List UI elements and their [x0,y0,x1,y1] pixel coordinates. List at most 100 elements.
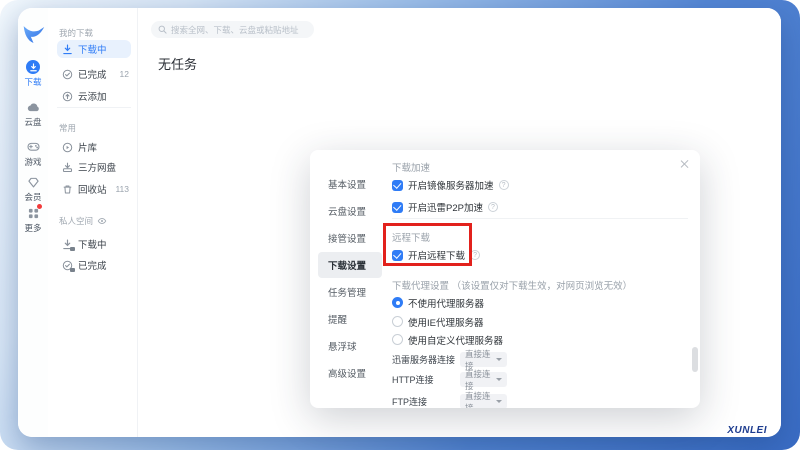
checkbox-label: 开启镜像服务器加速 [408,178,494,192]
settings-nav-takeover[interactable]: 接管设置 [318,225,382,251]
checkbox-label: 开启迅雷P2P加速 [408,200,483,214]
download-lock-icon [62,239,73,250]
empty-state-title: 无任务 [158,54,197,73]
section-label-my-downloads: 我的下载 [59,27,93,39]
sidebar-item-downloading[interactable]: 下载中 [57,40,131,58]
rail-label: 会员 [24,191,41,203]
radio-label: 不使用代理服务器 [408,296,484,310]
radio-no-proxy[interactable]: 不使用代理服务器 [392,296,484,309]
settings-nav-reminder[interactable]: 提醒 [318,306,382,332]
sidebar-item-completed[interactable]: 已完成 12 [57,65,131,83]
lock-badge [70,247,75,251]
rail-label: 下载 [24,76,41,88]
download-icon [26,60,40,74]
chevron-down-icon [496,400,502,403]
sidebar-item-label: 下载中 [78,237,131,251]
chevron-down-icon [496,378,502,381]
trash-icon [62,184,73,195]
sidebar-item-label: 片库 [78,140,131,154]
sidebar-item-recycle-bin[interactable]: 回收站 113 [57,180,131,198]
cloud-add-icon [62,91,73,102]
section-title-accel: 下载加速 [392,160,430,174]
proxy-row-label: 迅雷服务器连接 [392,353,460,366]
proxy-row-xunlei-server: 迅雷服务器连接 直接连接 [392,352,507,367]
section-label-common: 常用 [59,122,76,134]
sidebar-item-private-completed[interactable]: 已完成 [57,256,131,274]
section-label-private-space: 私人空间 [59,215,107,227]
xunlei-logo-icon [21,24,46,46]
sidebar-item-cloud-add[interactable]: 云添加 [57,87,131,105]
sidebar-item-label: 三方网盘 [78,160,131,174]
more-grid-icon [26,206,40,220]
sidebar-item-label: 下载中 [78,42,131,56]
count-badge: 113 [115,184,129,194]
sidebar-item-media-library[interactable]: 片库 [57,138,131,156]
dialog-scrollbar[interactable] [692,347,698,372]
rail-item-cloud-drive[interactable]: 云盘 [18,100,48,128]
sidebar-divider [57,107,131,108]
search-bar[interactable] [151,21,314,38]
proxy-title: 下载代理设置 [392,281,449,292]
rail-label: 游戏 [24,156,41,168]
sidebar-item-private-downloading[interactable]: 下载中 [57,235,131,253]
rail-item-games[interactable]: 游戏 [18,140,48,168]
radio-custom-proxy[interactable]: 使用自定义代理服务器 [392,333,503,346]
section-divider [392,218,688,219]
xunlei-watermark: XUNLEI [727,425,767,436]
radio-label: 使用自定义代理服务器 [408,333,503,347]
check-circle-icon [62,69,73,80]
desktop-background: 下载 云盘 游戏 [0,0,800,450]
diamond-icon [26,175,40,189]
cloud-icon [26,100,40,114]
private-space-label: 私人空间 [59,215,93,227]
checkbox-row-mirror-accel: 开启镜像服务器加速 [392,178,509,192]
proxy-row-ftp: FTP连接 直接连接 [392,394,507,408]
settings-nav: 基本设置 云盘设置 接管设置 下载设置 任务管理 提醒 悬浮球 高级设置 [310,150,390,408]
help-icon[interactable] [499,180,509,190]
proxy-row-label: HTTP连接 [392,373,460,386]
radio-label: 使用IE代理服务器 [408,315,483,329]
eye-icon[interactable] [97,216,107,226]
radio-unselected-icon[interactable] [392,334,403,345]
settings-nav-task[interactable]: 任务管理 [318,279,382,305]
connection-select[interactable]: 直接连接 [460,394,507,408]
select-value: 直接连接 [465,390,496,409]
rail-item-more[interactable]: 更多 [18,206,48,234]
rail-item-vip[interactable]: 会员 [18,175,48,203]
settings-nav-basic[interactable]: 基本设置 [318,171,382,197]
download-sidebar: 我的下载 下载中 已完成 12 云添加 常用 [48,8,138,437]
chevron-down-icon [496,358,502,361]
settings-nav-cloud[interactable]: 云盘设置 [318,198,382,224]
checkbox-checked-icon[interactable] [392,202,403,213]
proxy-row-label: FTP连接 [392,395,460,408]
download-arrow-icon [62,44,73,55]
search-input[interactable] [171,25,307,35]
radio-selected-icon[interactable] [392,297,403,308]
proxy-note: （该设置仅对下载生效，对网页浏览无效） [452,281,633,292]
settings-nav-floatball[interactable]: 悬浮球 [318,333,382,359]
sidebar-item-third-party-drive[interactable]: 三方网盘 [57,158,131,176]
help-icon[interactable] [488,202,498,212]
lock-badge [70,268,75,272]
play-circle-icon [62,142,73,153]
left-rail: 下载 云盘 游戏 [18,8,48,437]
checkbox-checked-icon[interactable] [392,180,403,191]
section-title-proxy: 下载代理设置 （该设置仅对下载生效，对网页浏览无效） [392,278,632,292]
settings-nav-advanced[interactable]: 高级设置 [318,360,382,386]
connection-select[interactable]: 直接连接 [460,372,507,387]
search-icon [158,25,167,34]
sidebar-item-label: 已完成 [78,67,115,81]
sidebar-item-label: 回收站 [78,182,110,196]
connection-select[interactable]: 直接连接 [460,352,507,367]
rail-item-download[interactable]: 下载 [18,60,48,88]
settings-nav-download[interactable]: 下载设置 [318,252,382,278]
rail-label: 更多 [24,222,41,234]
check-lock-icon [62,260,73,271]
notification-dot [37,204,42,209]
rail-label: 云盘 [24,116,41,128]
radio-ie-proxy[interactable]: 使用IE代理服务器 [392,315,483,328]
count-badge: 12 [120,69,129,79]
red-highlight-annotation [383,223,472,266]
select-value: 直接连接 [465,368,496,392]
radio-unselected-icon[interactable] [392,316,403,327]
